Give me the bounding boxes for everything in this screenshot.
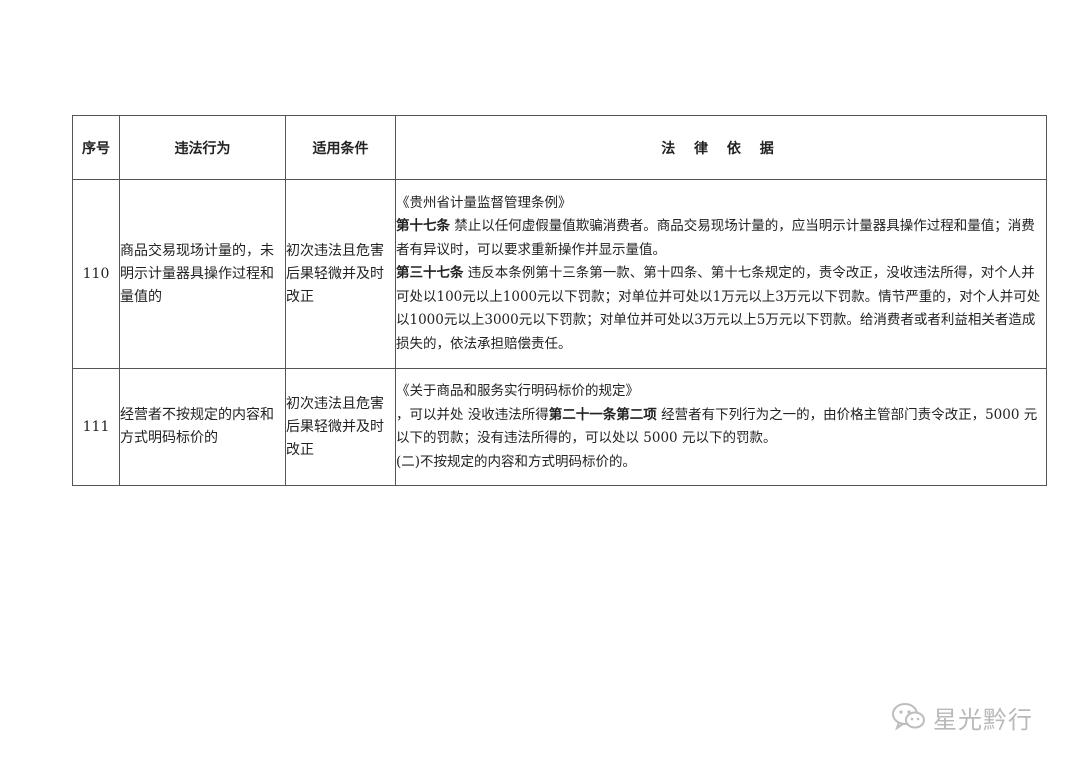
row-legal-basis: 《贵州省计量监督管理条例》 第十七条 禁止以任何虚假量值欺骗消费者。商品交易现场… <box>395 179 1047 369</box>
row-num: 111 <box>72 368 120 486</box>
wechat-icon <box>892 703 925 731</box>
article-label: 第三十七条 <box>396 265 464 282</box>
row-condition: 初次违法且危害后果轻微并及时改正 <box>285 368 396 486</box>
header-num: 序号 <box>72 115 120 180</box>
basis-item-2: (二)不按规定的内容和方式明码标价的。 <box>396 453 637 470</box>
table-row: 111 经营者不按规定的内容和方式明码标价的 初次违法且危害后果轻微并及时改正 … <box>72 368 1047 486</box>
basis-article-17: 第十七条 禁止以任何虚假量值欺骗消费者。商品交易现场计量的，应当明示计量器具操作… <box>396 215 1046 262</box>
article-pre: ，可以并处 没收违法所得 <box>396 406 549 423</box>
table-header-row: 序号 违法行为 适用条件 法 律 依 据 <box>72 115 1047 180</box>
table-row: 110 商品交易现场计量的，未明示计量器具操作过程和量值的 初次违法且危害后果轻… <box>72 179 1047 369</box>
law-table: 序号 违法行为 适用条件 法 律 依 据 110 商品交易现场计量的，未明示计量… <box>72 115 1047 486</box>
article-text: 禁止以任何虚假量值欺骗消费者。商品交易现场计量的，应当明示计量器具操作过程和量值… <box>396 218 1035 258</box>
basis-article-37: 第三十七条 违反本条例第十三条第一款、第十四条、第十七条规定的，责令改正，没收违… <box>396 262 1046 356</box>
header-condition: 适用条件 <box>285 115 396 180</box>
header-behavior: 违法行为 <box>119 115 286 180</box>
row-condition: 初次违法且危害后果轻微并及时改正 <box>285 179 396 369</box>
row-behavior: 经营者不按规定的内容和方式明码标价的 <box>119 368 286 486</box>
article-label: 第二十一条第二项 <box>548 406 657 423</box>
article-label: 第十七条 <box>396 218 450 235</box>
row-legal-basis: 《关于商品和服务实行明码标价的规定》 ，可以并处 没收违法所得第二十一条第二项 … <box>395 368 1047 486</box>
basis-article-21: ，可以并处 没收违法所得第二十一条第二项 经营者有下列行为之一的，由价格主管部门… <box>396 404 1046 451</box>
header-legal-basis: 法 律 依 据 <box>395 115 1047 180</box>
article-text: 违反本条例第十三条第一款、第十四条、第十七条规定的，责令改正，没收违法所得，对个… <box>396 265 1041 352</box>
row-behavior: 商品交易现场计量的，未明示计量器具操作过程和量值的 <box>119 179 286 369</box>
basis-source: 《贵州省计量监督管理条例》 <box>396 194 572 211</box>
watermark-text: 星光黔行 <box>933 705 1033 734</box>
row-num: 110 <box>72 179 120 369</box>
basis-source: 《关于商品和服务实行明码标价的规定》 <box>396 383 639 399</box>
watermark: 星光黔行 <box>891 699 1033 735</box>
